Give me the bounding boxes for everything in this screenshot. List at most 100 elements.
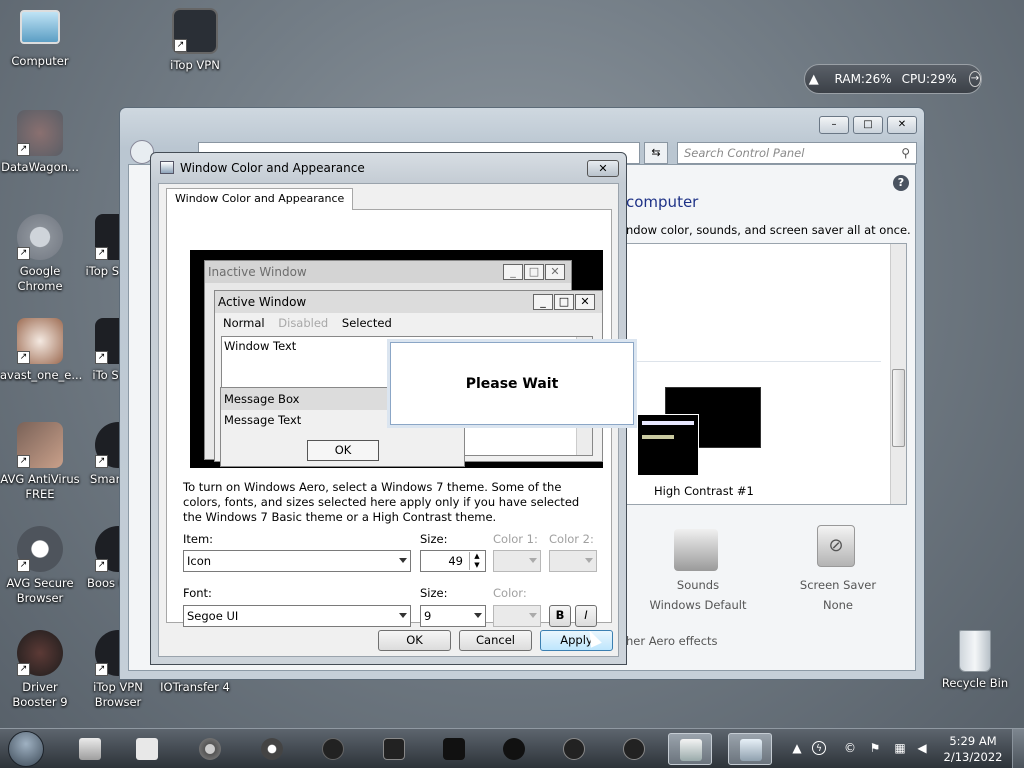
font-size-select[interactable]: 9: [420, 605, 486, 627]
clock-time[interactable]: 5:29 AM: [943, 734, 1003, 748]
shortcut-arrow-icon: ↗: [95, 247, 108, 260]
network-icon[interactable]: ▦: [893, 741, 907, 755]
media-player-icon: [136, 738, 158, 760]
divider: [635, 361, 881, 362]
desktop-icon-label: iTop VPN: [170, 58, 220, 72]
desktop-icon-avg-antivirus[interactable]: ↗ AVG AntiVirus FREE: [0, 422, 80, 502]
chevron-down-icon: [529, 558, 537, 563]
desktop-icon-label: iTop VPN Browser: [93, 680, 143, 709]
start-button[interactable]: [8, 731, 44, 767]
italic-button[interactable]: I: [575, 605, 597, 627]
item-select[interactable]: Icon: [183, 550, 411, 572]
chevron-down-icon: [474, 613, 482, 618]
taskbar-itop-vpn[interactable]: [372, 733, 416, 765]
computer-icon: [20, 10, 60, 44]
please-wait-text: Please Wait: [465, 375, 559, 392]
tab-window-color[interactable]: Window Color and Appearance: [166, 188, 354, 210]
close-button[interactable]: ✕: [887, 116, 917, 134]
search-icon: ⚲: [901, 146, 910, 160]
taskbar-media-player[interactable]: [125, 733, 169, 765]
please-wait-box: Please Wait: [390, 342, 634, 425]
taskbar-screen-recorder[interactable]: [432, 733, 476, 765]
apply-button[interactable]: Apply: [540, 630, 613, 651]
desktop-icon-avg-secure-browser[interactable]: ↗ AVG Secure Browser: [0, 526, 80, 606]
search-control-panel[interactable]: Search Control Panel ⚲: [677, 142, 917, 164]
windows-icon: [623, 738, 645, 760]
screensaver-label[interactable]: Screen Saver: [788, 578, 888, 592]
taskbar-control-panel[interactable]: [668, 733, 712, 765]
avg-browser-icon: [261, 738, 283, 760]
sounds-label[interactable]: Sounds: [648, 578, 748, 592]
shortcut-arrow-icon: ↗: [17, 663, 30, 676]
taskbar-driver-booster[interactable]: [311, 733, 355, 765]
themes-scrollbar[interactable]: [890, 244, 906, 504]
refresh-button[interactable]: ⇆: [644, 142, 668, 164]
chevron-down-icon: [399, 558, 407, 563]
arrow-right-icon[interactable]: →: [968, 71, 981, 87]
desktop-icon-label: Google Chrome: [17, 264, 63, 293]
taskbar-vpn-browser[interactable]: [552, 733, 596, 765]
size-stepper[interactable]: 49 ▲ ▼: [420, 550, 486, 572]
desktop-icon-computer[interactable]: Computer: [0, 10, 80, 69]
aero-effects-link[interactable]: her Aero effects: [626, 634, 718, 648]
ram-usage: RAM:26%: [834, 72, 892, 86]
taskbar-chrome[interactable]: [188, 733, 232, 765]
taskbar-appearance-dialog[interactable]: [728, 733, 772, 765]
stepper-arrows-icon[interactable]: ▲ ▼: [469, 552, 484, 570]
font-size-label: Size:: [420, 586, 448, 600]
menu-selected: Selected: [341, 316, 392, 330]
color1-select[interactable]: [493, 550, 541, 572]
desktop-icon-recycle-bin[interactable]: Recycle Bin: [935, 630, 1015, 691]
sounds-icon[interactable]: [674, 529, 718, 571]
maximize-button[interactable]: □: [853, 116, 883, 134]
active-window-title: Active Window: [218, 295, 307, 309]
taskbar-windows-app[interactable]: [612, 733, 656, 765]
taskbar-booster[interactable]: [492, 733, 536, 765]
show-desktop-button[interactable]: [1012, 729, 1024, 768]
dialog-app-icon: [160, 161, 174, 174]
screensaver-icon[interactable]: ⊘: [817, 525, 855, 567]
item-select-value: Icon: [187, 554, 212, 568]
window-text: Window Text: [224, 339, 297, 353]
color2-select[interactable]: [549, 550, 597, 572]
avg-browser-icon: ↗: [17, 526, 63, 572]
resource-gadget[interactable]: ▲ RAM:26% CPU:29% →: [804, 64, 982, 94]
minimize-button[interactable]: –: [819, 116, 849, 134]
desktop-icon-label: IOTransfer 4: [160, 680, 230, 694]
desktop-icon-google-chrome[interactable]: ↗ Google Chrome: [0, 214, 80, 294]
menu-disabled: Disabled: [278, 316, 329, 330]
sync-icon[interactable]: ϟ: [812, 741, 826, 755]
desktop-icon-itop-vpn[interactable]: ↗ iTop VPN: [155, 8, 235, 73]
help-icon[interactable]: ?: [893, 175, 909, 191]
ok-button[interactable]: OK: [378, 630, 451, 651]
chrome-icon: ↗: [17, 214, 63, 260]
desktop-icon-avast-one[interactable]: ↗ avast_one_e...: [0, 318, 82, 383]
taskbar-explorer[interactable]: [68, 733, 112, 765]
font-color-select[interactable]: [493, 605, 541, 627]
screensaver-value: None: [822, 598, 853, 612]
scroll-thumb[interactable]: [892, 369, 905, 447]
aero-info-text: To turn on Windows Aero, select a Window…: [183, 480, 580, 524]
folder-icon: [79, 738, 101, 760]
shortcut-arrow-icon: ↗: [17, 247, 30, 260]
clock-date[interactable]: 2/13/2022: [943, 750, 1003, 764]
shield-icon: [383, 738, 405, 760]
taskbar: ▲ ϟ © ⚑ ▦ ◀ 5:29 AM 2/13/2022: [0, 728, 1024, 768]
desktop-icon-driver-booster[interactable]: ↗ Driver Booster 9: [0, 630, 80, 710]
volume-icon[interactable]: ◀: [915, 741, 929, 755]
cancel-button[interactable]: Cancel: [459, 630, 532, 651]
search-placeholder: Search Control Panel: [684, 146, 805, 160]
show-hidden-icons[interactable]: ▲: [790, 741, 804, 755]
taskbar-avg-browser[interactable]: [250, 733, 294, 765]
dialog-close-button[interactable]: ✕: [587, 160, 619, 177]
font-select[interactable]: Segoe UI: [183, 605, 411, 627]
high-contrast-theme-window: [637, 414, 699, 476]
bold-button[interactable]: B: [549, 605, 571, 627]
ccleaner-icon[interactable]: ©: [843, 741, 857, 755]
desktop-icon-datawagon[interactable]: ↗ DataWagon...: [0, 110, 80, 175]
booster-icon: [503, 738, 525, 760]
minimize-icon: _: [533, 294, 553, 310]
desktop-icon-label: AVG AntiVirus FREE: [0, 472, 80, 501]
flag-icon[interactable]: ⚑: [868, 741, 882, 755]
control-panel-icon: [680, 739, 702, 761]
